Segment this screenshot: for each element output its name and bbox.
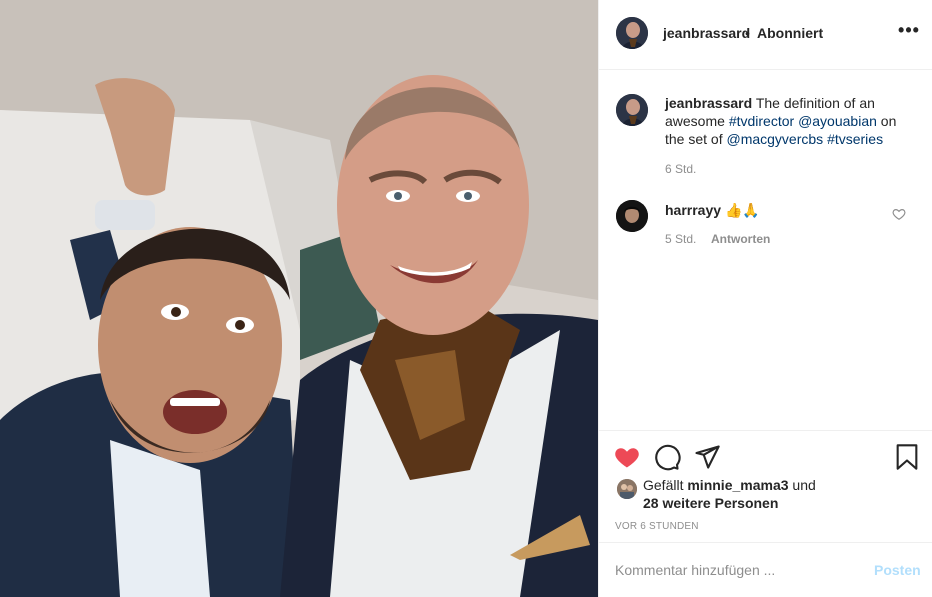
comments-list: jeanbrassard The definition of an awesom… xyxy=(599,70,932,430)
caption-username[interactable]: jeanbrassard xyxy=(665,95,752,111)
commenter-username[interactable]: harrrayy xyxy=(665,202,721,218)
post-photo[interactable] xyxy=(0,0,598,597)
reply-button[interactable]: Antworten xyxy=(711,232,770,246)
post-button[interactable]: Posten xyxy=(874,562,921,578)
comment-time[interactable]: 5 Std. xyxy=(665,232,696,246)
post-sidebar: jeanbrassard • Abonniert ••• jeanbrassar… xyxy=(598,0,932,597)
liker-username[interactable]: minnie_mama3 xyxy=(687,477,788,493)
mention-link[interactable]: @ayouabian xyxy=(798,113,877,129)
comment-input[interactable]: Kommentar hinzufügen ... xyxy=(615,562,775,578)
post-timestamp[interactable]: VOR 6 STUNDEN xyxy=(615,521,699,532)
likes-and: und xyxy=(792,477,816,493)
selfie-image xyxy=(0,0,598,597)
commenter-avatar[interactable] xyxy=(616,200,648,232)
likes-others-link[interactable]: 28 weitere Personen xyxy=(643,495,778,511)
mention-link[interactable]: @macgyvercbs xyxy=(726,131,823,147)
hashtag-link[interactable]: #tvdirector xyxy=(729,113,794,129)
post-header: jeanbrassard • Abonniert ••• xyxy=(599,0,932,70)
caption-time[interactable]: 6 Std. xyxy=(665,162,696,176)
comment-like-icon[interactable] xyxy=(892,207,906,221)
separator-dot: • xyxy=(745,25,750,41)
comment-form: Kommentar hinzufügen ... Posten xyxy=(599,542,932,597)
more-horizontal-icon[interactable]: ••• xyxy=(897,21,921,43)
comment-body: 👍🙏 xyxy=(724,202,760,218)
heart-icon[interactable] xyxy=(613,443,641,471)
caption-text: jeanbrassard The definition of an awesom… xyxy=(665,94,915,148)
comment-text: harrrayy 👍🙏 xyxy=(665,201,760,219)
follow-status[interactable]: Abonniert xyxy=(757,25,823,41)
comment-icon[interactable] xyxy=(653,443,681,471)
caption-avatar[interactable] xyxy=(616,94,648,126)
author-username[interactable]: jeanbrassard xyxy=(663,25,750,41)
post-actions: Gefällt minnie_mama3 und 28 weitere Perso… xyxy=(599,430,932,542)
bookmark-icon[interactable] xyxy=(893,443,921,471)
author-avatar[interactable] xyxy=(616,17,648,49)
liker-avatar[interactable] xyxy=(617,479,637,499)
likes-summary: Gefällt minnie_mama3 und 28 weitere Perso… xyxy=(643,476,903,512)
likes-prefix: Gefällt xyxy=(643,477,684,493)
share-icon[interactable] xyxy=(693,443,721,471)
hashtag-link[interactable]: #tvseries xyxy=(827,131,883,147)
